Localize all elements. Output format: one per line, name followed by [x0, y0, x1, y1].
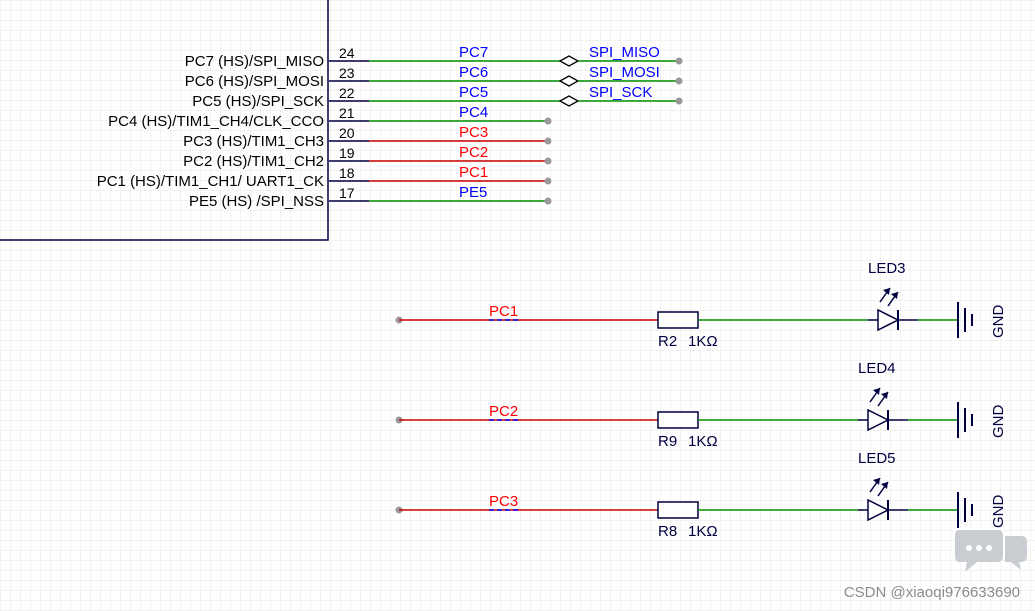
net-label: PC4: [459, 104, 488, 121]
net-label: PC2: [489, 403, 518, 420]
pin-label: PC4 (HS)/TIM1_CH4/CLK_CCO: [108, 113, 324, 130]
resistor-symbol: [657, 411, 699, 429]
pin-number: 23: [339, 65, 355, 81]
resistor-symbol: [657, 311, 699, 329]
net-label: PC3: [459, 124, 488, 141]
ground-label: GND: [990, 495, 1007, 529]
pin-number: 19: [339, 145, 355, 161]
net-label: PC7: [459, 44, 488, 61]
led-designator: LED3: [868, 260, 906, 277]
resistor-value: 1KΩ: [688, 333, 718, 350]
wire-end: [675, 57, 683, 65]
resistor-designator: R9: [658, 433, 677, 450]
resistor-designator: R2: [658, 333, 677, 350]
watermark: CSDN @xiaoqi976633690: [844, 584, 1020, 601]
schematic-canvas: PC7 (HS)/SPI_MISO 24 PC7 SPI_MISO PC6 (HS)/S…: [0, 0, 1035, 611]
net-label: PC6: [459, 64, 488, 81]
wire-end: [544, 177, 552, 185]
pin-number: 21: [339, 105, 355, 121]
pin-number: 20: [339, 125, 355, 141]
pin-label: PC7 (HS)/SPI_MISO: [185, 53, 324, 70]
net-label: PC3: [489, 493, 518, 510]
wire-end: [544, 117, 552, 125]
resistor-symbol: [657, 501, 699, 519]
resistor-value: 1KΩ: [688, 523, 718, 540]
resistor-designator: R8: [658, 523, 677, 540]
pin-label: PC2 (HS)/TIM1_CH2: [183, 153, 324, 170]
wire-end: [675, 97, 683, 105]
pin-label: PC6 (HS)/SPI_MOSI: [185, 73, 324, 90]
net-label: PC2: [459, 144, 488, 161]
wire-end: [544, 157, 552, 165]
net-label: PC1: [459, 164, 488, 181]
ground-label: GND: [990, 305, 1007, 339]
port-label: SPI_MOSI: [589, 64, 660, 81]
net-label: PC5: [459, 84, 488, 101]
wire-end: [675, 77, 683, 85]
wire-end: [544, 137, 552, 145]
pin-number: 18: [339, 165, 355, 181]
pin-label: PE5 (HS) /SPI_NSS: [189, 193, 324, 210]
ground-label: GND: [990, 405, 1007, 439]
resistor-value: 1KΩ: [688, 433, 718, 450]
port-label: SPI_SCK: [589, 84, 652, 101]
pin-number: 24: [339, 45, 355, 61]
net-label: PE5: [459, 184, 487, 201]
led-designator: LED5: [858, 450, 896, 467]
pin-number: 17: [339, 185, 355, 201]
pin-label: PC3 (HS)/TIM1_CH3: [183, 133, 324, 150]
pin-number: 22: [339, 85, 355, 101]
led-designator: LED4: [858, 360, 896, 377]
port-label: SPI_MISO: [589, 44, 660, 61]
wire-end: [544, 197, 552, 205]
pin-label: PC1 (HS)/TIM1_CH1/ UART1_CK: [97, 173, 324, 190]
net-label: PC1: [489, 303, 518, 320]
pin-label: PC5 (HS)/SPI_SCK: [192, 93, 324, 110]
